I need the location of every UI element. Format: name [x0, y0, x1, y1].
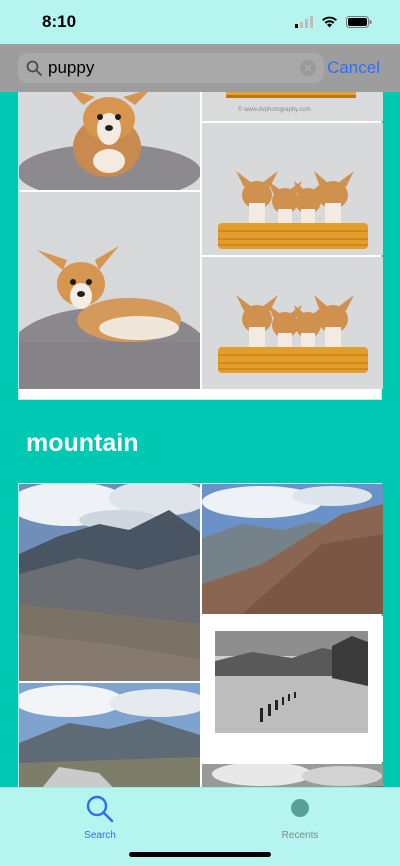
home-indicator[interactable]	[129, 852, 271, 857]
mountain-photo[interactable]	[202, 764, 383, 787]
search-bar: puppy Cancel	[0, 44, 400, 92]
wifi-icon	[321, 15, 338, 33]
puppy-photo[interactable]	[19, 192, 200, 389]
search-icon	[85, 795, 115, 827]
search-query: puppy	[48, 58, 95, 77]
status-time: 8:10	[42, 12, 77, 31]
recents-icon	[285, 799, 315, 827]
clear-text-icon[interactable]	[300, 60, 316, 81]
puppy-photo[interactable]	[19, 92, 200, 190]
section-title-mountain: mountain	[26, 429, 139, 457]
puppy-photo[interactable]	[202, 257, 383, 389]
tab-search[interactable]: Search	[60, 794, 140, 841]
search-input[interactable]: puppy	[18, 53, 324, 83]
magnifier-icon	[26, 60, 42, 81]
mountain-photo[interactable]	[19, 683, 200, 787]
status-bar: 8:10	[0, 0, 400, 44]
puppy-photo[interactable]	[202, 123, 383, 255]
battery-icon	[346, 15, 372, 33]
status-icons	[295, 15, 372, 33]
results-scroll[interactable]: © www.dvphotography.com mountain	[0, 92, 400, 787]
puppy-photo[interactable]: © www.dvphotography.com	[202, 92, 383, 121]
cancel-button[interactable]: Cancel	[327, 58, 380, 78]
signal-icon	[295, 15, 313, 33]
puppy-grid: © www.dvphotography.com	[18, 92, 383, 400]
tab-label: Recents	[281, 830, 319, 841]
watermark: © www.dvphotography.com	[238, 107, 311, 113]
tab-recents[interactable]: Recents	[260, 794, 340, 841]
mountain-photo[interactable]	[202, 484, 383, 614]
tab-label: Search	[84, 830, 116, 841]
mountain-grid	[18, 483, 383, 787]
mountain-photo[interactable]	[202, 616, 383, 762]
mountain-photo[interactable]	[19, 484, 200, 681]
